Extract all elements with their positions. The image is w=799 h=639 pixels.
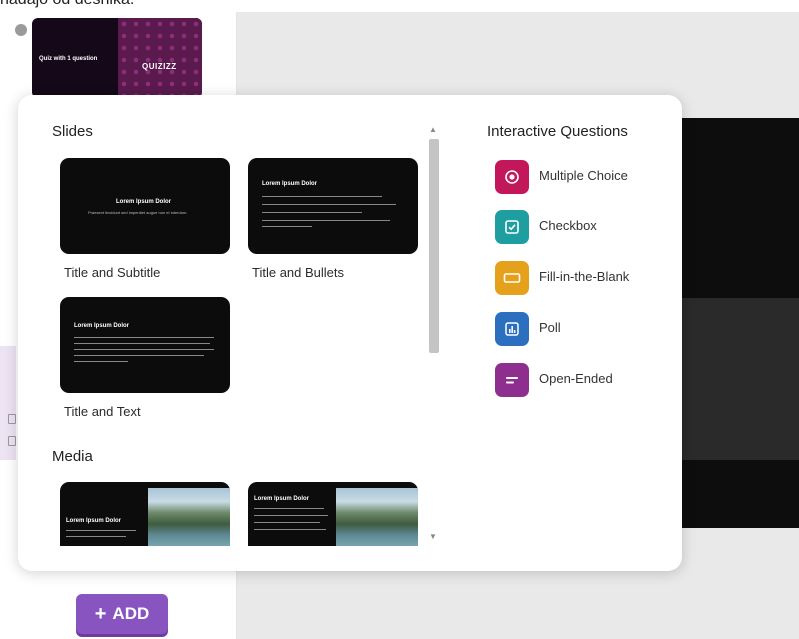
card-lorem-title: Lorem Ipsum Dolor — [262, 181, 318, 187]
text-line — [74, 349, 214, 350]
text-line — [74, 337, 214, 338]
bullet-line — [254, 508, 324, 509]
plus-icon: + — [94, 603, 107, 625]
add-button[interactable]: + ADD — [76, 594, 168, 634]
interactive-questions-heading: Interactive Questions — [487, 123, 628, 140]
radio-button-icon — [495, 160, 529, 194]
text-line — [66, 530, 136, 531]
text-line — [66, 536, 126, 537]
page-top-text: nadajo od desnika. — [0, 0, 134, 9]
thumbnail-title: Quiz with 1 question — [39, 56, 98, 62]
text-line — [74, 355, 204, 356]
add-button-label: ADD — [112, 604, 150, 623]
blank-field-icon — [495, 261, 529, 295]
media-heading: Media — [52, 448, 93, 465]
text-line — [74, 361, 128, 362]
bullet-line — [262, 204, 396, 205]
question-type-label: Multiple Choice — [539, 168, 628, 183]
media-card-bullets-image[interactable]: Lorem Ipsum Dolor — [248, 482, 418, 546]
bullet-line — [254, 515, 328, 516]
scroll-down-icon[interactable]: ▼ — [429, 532, 437, 541]
thumbnail-pattern — [118, 18, 202, 98]
question-type-multiple-choice[interactable]: Multiple Choice — [495, 160, 685, 194]
slide-card-label[interactable]: Title and Bullets — [252, 265, 344, 280]
slide-card-label[interactable]: Title and Text — [64, 404, 141, 419]
bullet-line — [262, 212, 362, 213]
media-card-image-right[interactable]: Lorem Ipsum Dolor — [60, 482, 230, 546]
selected-slide-strip — [0, 346, 16, 460]
bullet-line — [254, 529, 326, 530]
question-type-label: Fill-in-the-Blank — [539, 269, 630, 284]
slides-heading: Slides — [52, 123, 93, 140]
question-type-label: Poll — [539, 320, 561, 335]
delete-icon[interactable] — [8, 436, 16, 446]
slide-settings-icon[interactable] — [15, 24, 27, 36]
card-lorem-title: Lorem Ipsum Dolor — [74, 323, 130, 329]
question-type-label: Checkbox — [539, 218, 597, 233]
slide-card-title-text[interactable]: Lorem Ipsum Dolor — [60, 297, 230, 393]
landscape-image — [148, 488, 230, 546]
duplicate-icon[interactable] — [8, 414, 16, 424]
text-line — [74, 343, 210, 344]
slide-card-title-subtitle[interactable]: Lorem Ipsum Dolor Praesent tincidunt sed… — [60, 158, 230, 254]
current-slide-band — [680, 298, 799, 460]
text-lines-icon — [495, 363, 529, 397]
bullet-line — [262, 196, 382, 197]
scroll-thumb[interactable] — [429, 139, 439, 353]
bullet-line — [254, 522, 320, 523]
question-type-label: Open-Ended — [539, 371, 613, 386]
question-type-open-ended[interactable]: Open-Ended — [495, 363, 685, 397]
slide-card-label[interactable]: Title and Subtitle — [64, 265, 160, 280]
card-lorem-title: Lorem Ipsum Dolor — [254, 496, 310, 502]
landscape-image — [336, 488, 418, 546]
poll-chart-icon — [495, 312, 529, 346]
slide-card-title-bullets[interactable]: Lorem Ipsum Dolor — [248, 158, 418, 254]
card-lorem-subtitle: Praesent tincidunt sed imperdiet augue n… — [88, 210, 188, 215]
card-lorem-title: Lorem Ipsum Dolor — [66, 518, 122, 524]
question-type-poll[interactable]: Poll — [495, 312, 685, 346]
bullet-line — [262, 220, 390, 221]
question-type-fill-in-the-blank[interactable]: Fill-in-the-Blank — [495, 261, 685, 295]
slide-thumbnail[interactable]: Quiz with 1 question QUIZIZZ — [32, 18, 202, 98]
scroll-up-icon[interactable]: ▲ — [429, 125, 437, 134]
thumbnail-logo: QUIZIZZ — [142, 62, 177, 71]
card-lorem-title: Lorem Ipsum Dolor — [116, 199, 172, 205]
bullet-line — [262, 226, 312, 227]
slides-scrollbar[interactable]: ▲ ▼ — [425, 121, 443, 546]
question-type-checkbox[interactable]: Checkbox — [495, 210, 685, 244]
checkbox-icon — [495, 210, 529, 244]
